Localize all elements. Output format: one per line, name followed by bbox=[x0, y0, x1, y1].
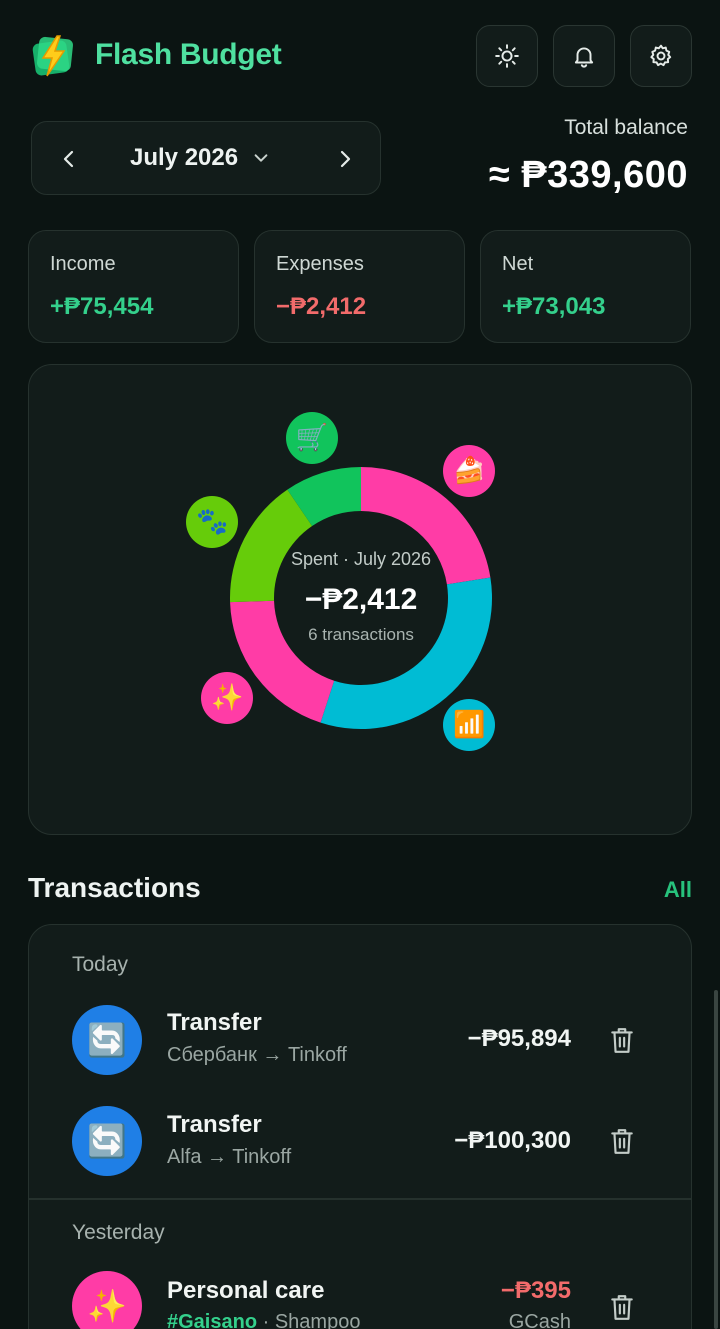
transfer-icon: 🔄 bbox=[72, 1106, 142, 1176]
trash-icon[interactable] bbox=[609, 1293, 635, 1321]
notifications-button[interactable] bbox=[553, 25, 615, 87]
donut-center-title: Spent · July 2026 bbox=[290, 549, 432, 569]
month-selector: July 2026 bbox=[31, 121, 381, 195]
transfer-icon: 🔄 bbox=[72, 1005, 142, 1075]
scrollbar[interactable] bbox=[714, 990, 718, 1329]
income-card[interactable]: Income +₱75,454 bbox=[28, 230, 239, 343]
transaction-account: GCash bbox=[508, 1311, 571, 1329]
transaction-amount: −₱100,300 bbox=[454, 1127, 571, 1154]
app-title: Flash Budget bbox=[95, 38, 282, 71]
transaction-subtitle: #Gaisano · Shampoo bbox=[167, 1311, 360, 1329]
transactions-title: Transactions bbox=[28, 872, 201, 903]
net-card[interactable]: Net +₱73,043 bbox=[480, 230, 691, 343]
app-header: Flash Budget bbox=[0, 0, 720, 112]
transactions-list: Today 🔄 Transfer Сбербанк → Tinkoff −₱95… bbox=[28, 924, 692, 1329]
chevron-left-icon bbox=[63, 150, 74, 168]
theme-toggle-button[interactable] bbox=[476, 25, 538, 87]
category-badge[interactable]: 🛒 bbox=[285, 412, 338, 465]
transaction-name: Transfer bbox=[167, 1009, 262, 1036]
expenses-value: −₱2,412 bbox=[276, 293, 367, 320]
chevron-right-icon bbox=[340, 150, 351, 168]
group-divider bbox=[29, 1198, 691, 1200]
sun-icon bbox=[495, 44, 519, 68]
category-badge[interactable]: 🐾 bbox=[186, 496, 239, 549]
net-value: +₱73,043 bbox=[502, 293, 606, 320]
prev-month-button[interactable] bbox=[54, 144, 84, 174]
trash-icon[interactable] bbox=[609, 1026, 635, 1054]
next-month-button[interactable] bbox=[330, 144, 360, 174]
sparkles-icon: ✨ bbox=[72, 1271, 142, 1329]
transaction-subtitle: Сбербанк → Tinkoff bbox=[167, 1044, 347, 1066]
donut-center-amount: −₱2,412 bbox=[304, 583, 418, 616]
expenses-card[interactable]: Expenses −₱2,412 bbox=[254, 230, 465, 343]
transaction-subtitle: Alfa → Tinkoff bbox=[167, 1146, 292, 1168]
month-dropdown[interactable]: July 2026 bbox=[130, 144, 270, 172]
merchant-tag[interactable]: #Gaisano bbox=[167, 1311, 257, 1329]
group-label-today: Today bbox=[72, 953, 129, 976]
chevron-down-icon bbox=[254, 154, 268, 162]
transaction-amount: −₱95,894 bbox=[467, 1025, 571, 1052]
group-label-yesterday: Yesterday bbox=[72, 1221, 165, 1244]
total-balance-label: Total balance bbox=[564, 116, 688, 139]
gear-icon bbox=[650, 44, 672, 67]
all-transactions-link[interactable]: All bbox=[664, 877, 692, 903]
lightning-bolt-icon bbox=[32, 35, 73, 77]
income-label: Income bbox=[50, 253, 116, 275]
income-value: +₱75,454 bbox=[50, 293, 154, 320]
trash-icon[interactable] bbox=[609, 1127, 635, 1155]
total-balance-value: ≈ ₱339,600 bbox=[488, 154, 688, 196]
spending-donut-panel: Spent · July 2026 −₱2,412 6 transactions… bbox=[28, 364, 692, 835]
transaction-name: Transfer bbox=[167, 1111, 262, 1138]
expenses-label: Expenses bbox=[276, 253, 364, 275]
transaction-name: Personal care bbox=[167, 1277, 325, 1304]
month-label: July 2026 bbox=[130, 144, 239, 171]
donut-center-count: 6 transactions bbox=[308, 625, 414, 644]
bell-icon bbox=[574, 47, 594, 68]
net-label: Net bbox=[502, 253, 534, 275]
settings-button[interactable] bbox=[630, 25, 692, 87]
transaction-amount: −₱395 bbox=[500, 1277, 571, 1304]
